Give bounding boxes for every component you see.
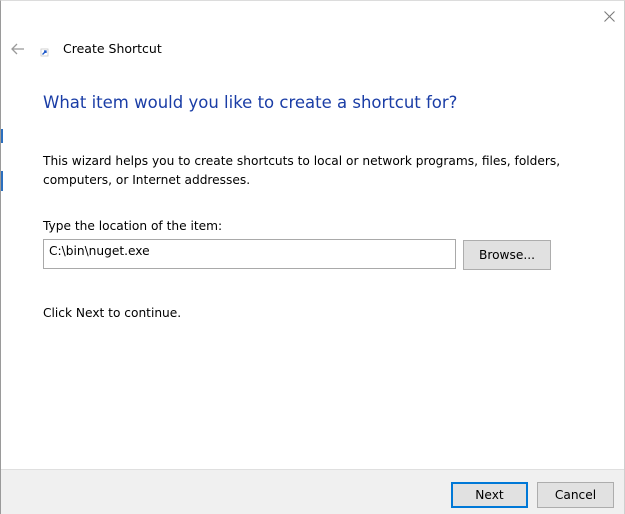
location-label: Type the location of the item: bbox=[43, 219, 223, 233]
create-shortcut-window: Create Shortcut What item would you like… bbox=[0, 0, 625, 514]
window-edge-highlight bbox=[1, 129, 3, 143]
continue-text: Click Next to continue. bbox=[43, 306, 182, 320]
browse-button[interactable]: Browse... bbox=[463, 240, 551, 270]
shortcut-icon bbox=[40, 48, 49, 57]
main-instruction: What item would you like to create a sho… bbox=[43, 93, 458, 112]
button-bar: Next Cancel bbox=[1, 469, 624, 514]
back-arrow-icon bbox=[11, 43, 24, 55]
next-button[interactable]: Next bbox=[451, 482, 528, 508]
wizard-description: This wizard helps you to create shortcut… bbox=[43, 154, 561, 187]
back-button[interactable] bbox=[8, 39, 28, 59]
close-icon bbox=[603, 10, 615, 22]
window-edge-highlight bbox=[1, 171, 3, 191]
close-button[interactable] bbox=[594, 1, 624, 31]
cancel-button[interactable]: Cancel bbox=[537, 482, 614, 508]
location-input[interactable] bbox=[43, 239, 456, 269]
wizard-title: Create Shortcut bbox=[63, 41, 162, 56]
wizard-header: Create Shortcut bbox=[1, 37, 624, 63]
